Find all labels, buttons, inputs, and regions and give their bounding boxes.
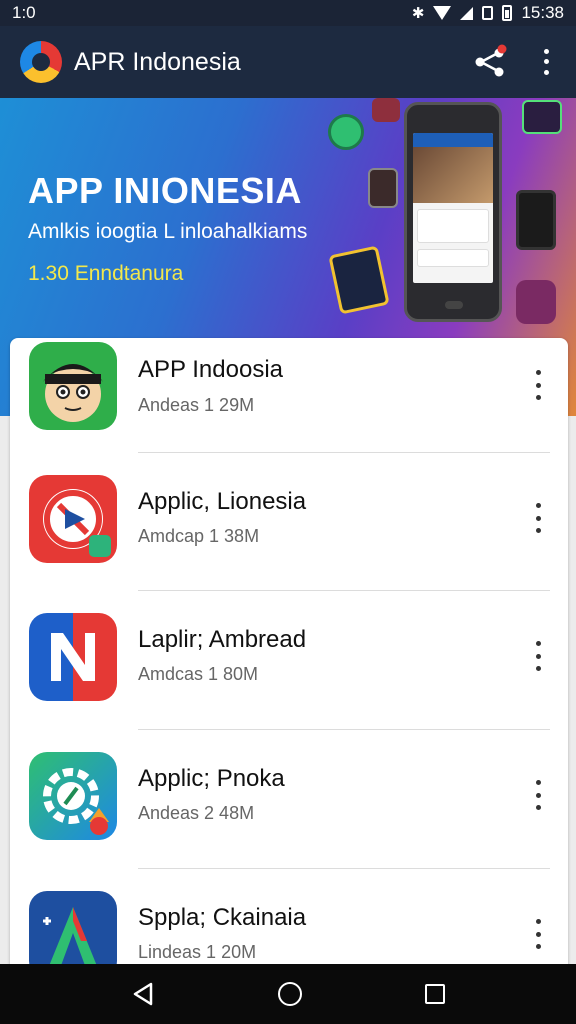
app-bar: APR Indonesia bbox=[0, 26, 576, 98]
list-item[interactable]: Sppla; Ckainaia Lindeas 1 20M bbox=[10, 869, 568, 978]
purple-app-icon bbox=[516, 280, 556, 324]
home-icon[interactable] bbox=[277, 982, 302, 1006]
banner-version: 1.30 Enndtanura bbox=[28, 262, 184, 285]
status-left-text: 1:0 bbox=[12, 3, 36, 22]
signal-icon bbox=[460, 6, 474, 20]
row-more-button[interactable] bbox=[528, 780, 548, 810]
wifi-icon bbox=[433, 6, 452, 20]
app-meta: Amdcap 1 38M bbox=[138, 526, 260, 546]
phone-illustration bbox=[404, 102, 502, 322]
app-name: Applic, Lionesia bbox=[138, 488, 307, 515]
phone-screen bbox=[413, 133, 493, 283]
more-vert-button[interactable] bbox=[536, 46, 556, 78]
app-title: APR Indonesia bbox=[74, 47, 241, 76]
app-meta: Andeas 2 48M bbox=[138, 803, 255, 823]
swirl-app-icon bbox=[328, 245, 390, 315]
small-phone-icon bbox=[516, 190, 556, 250]
row-more-button[interactable] bbox=[528, 370, 548, 400]
share-button[interactable] bbox=[472, 44, 508, 80]
share-icon bbox=[475, 44, 507, 77]
app-meta: Andeas 1 29M bbox=[138, 395, 255, 415]
row-more-button[interactable] bbox=[528, 503, 548, 533]
more-vert-icon bbox=[535, 919, 541, 924]
more-vert-icon bbox=[535, 641, 541, 646]
app-meta: Amdcas 1 80M bbox=[138, 664, 259, 684]
app-name: APP Indoosia bbox=[138, 356, 283, 383]
blocked-app-icon bbox=[29, 475, 117, 563]
cartoon-face-icon bbox=[29, 342, 117, 430]
list-item[interactable]: Laplir; Ambread Amdcas 1 80M bbox=[10, 591, 568, 730]
status-icons: ✱ 15:38 bbox=[412, 3, 564, 23]
more-vert-icon bbox=[535, 503, 541, 508]
banner-title: APP INIONESIA bbox=[28, 170, 302, 211]
more-vert-icon bbox=[543, 48, 549, 54]
battery-icon bbox=[502, 5, 513, 21]
status-time: 15:38 bbox=[521, 3, 564, 22]
status-bar: 1:0 ✱ 15:38 bbox=[0, 0, 576, 26]
app-name: Laplir; Ambread bbox=[138, 626, 307, 653]
mini-phone-icon bbox=[368, 168, 398, 208]
app-name: Sppla; Ckainaia bbox=[138, 904, 307, 931]
compass-gear-icon bbox=[29, 752, 117, 840]
sim-icon bbox=[482, 6, 494, 20]
screen: 1:0 ✱ 15:38 APR Indonesia APP INIONESIA … bbox=[0, 0, 576, 1024]
back-icon[interactable] bbox=[131, 981, 155, 1007]
coin-icon bbox=[328, 114, 364, 150]
recent-apps-icon[interactable] bbox=[424, 984, 445, 1004]
banner-subtitle: Amlkis ioogtia L inloahalkiams bbox=[28, 220, 308, 243]
bluetooth-icon: ✱ bbox=[411, 5, 425, 22]
gift-icon bbox=[372, 98, 400, 122]
row-more-button[interactable] bbox=[528, 919, 548, 949]
chat-icon bbox=[522, 100, 562, 134]
more-vert-icon bbox=[535, 370, 541, 375]
letter-n-icon bbox=[29, 613, 117, 701]
app-list: APP Indoosia Andeas 1 29M Applic, Liones… bbox=[10, 338, 568, 978]
navigation-bar bbox=[0, 964, 576, 1024]
app-logo-icon bbox=[20, 41, 62, 83]
list-item[interactable]: Applic; Pnoka Andeas 2 48M bbox=[10, 730, 568, 869]
app-meta: Lindeas 1 20M bbox=[138, 942, 257, 962]
app-name: Applic; Pnoka bbox=[138, 765, 285, 792]
more-vert-icon bbox=[535, 780, 541, 785]
row-more-button[interactable] bbox=[528, 641, 548, 671]
list-item[interactable]: Applic, Lionesia Amdcap 1 38M bbox=[10, 453, 568, 592]
